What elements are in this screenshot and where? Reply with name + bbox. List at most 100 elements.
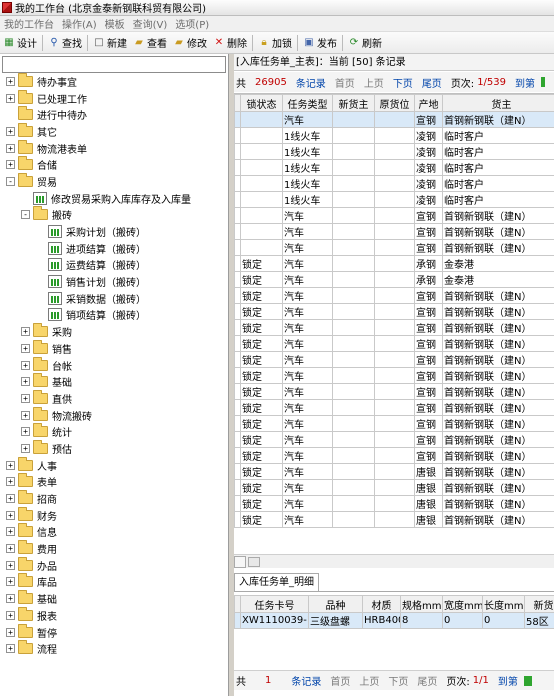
table-row[interactable]: 锁定 汽车 宣钢 首钢新钢联（建N） (234, 383, 554, 400)
expand-icon[interactable]: + (6, 460, 15, 470)
table-cell[interactable] (374, 207, 415, 224)
tree-node[interactable]: + 信息 (0, 523, 228, 541)
table-cell[interactable]: 首钢新钢联（建N） (442, 303, 554, 320)
table-cell[interactable] (332, 447, 375, 464)
table-cell[interactable]: 宣钢 (414, 223, 443, 240)
table-cell[interactable]: 首钢新钢联（建N） (442, 399, 554, 416)
table-cell[interactable] (332, 143, 375, 160)
table-cell[interactable] (374, 511, 415, 528)
table-cell[interactable] (374, 287, 415, 304)
table-cell[interactable]: 1线火车 (282, 143, 333, 160)
table-cell[interactable] (240, 159, 283, 176)
table-cell[interactable]: 宣钢 (414, 303, 443, 320)
table-row[interactable]: 锁定 汽车 唐银 首钢新钢联（建N） (234, 495, 554, 512)
table-cell[interactable]: 58区 (524, 612, 554, 629)
prev-page-link[interactable]: 上页 (364, 75, 384, 90)
table-cell[interactable]: 汽车 (282, 399, 333, 416)
table-row[interactable]: 锁定 汽车 宣钢 首钢新钢联（建N） (234, 319, 554, 336)
column-header[interactable]: 原货位 (374, 94, 415, 112)
table-cell[interactable]: 汽车 (282, 351, 333, 368)
tree-node[interactable]: + 统计 (0, 423, 228, 440)
table-cell[interactable]: 锁定 (240, 367, 283, 384)
menu-query[interactable]: 查询(V) (129, 16, 172, 31)
refresh-button[interactable]: ⟳ 刷新 (345, 34, 385, 52)
table-cell[interactable]: 首钢新钢联（建N） (442, 239, 554, 256)
last-page-link[interactable]: 尾页 (417, 673, 437, 688)
table-cell[interactable]: 宣钢 (414, 447, 443, 464)
table-cell[interactable]: 锁定 (240, 255, 283, 272)
last-page-link[interactable]: 尾页 (422, 75, 442, 90)
table-cell[interactable] (332, 431, 375, 448)
column-header[interactable]: 规格mm (400, 595, 443, 613)
table-cell[interactable]: 临时客户 (442, 191, 554, 208)
table-cell[interactable] (332, 383, 375, 400)
table-cell[interactable] (332, 399, 375, 416)
table-cell[interactable]: 锁定 (240, 303, 283, 320)
tree-node[interactable]: 销项结算（搬砖） (0, 307, 228, 324)
goto-page-link[interactable]: 到第 (515, 75, 535, 90)
table-cell[interactable] (374, 495, 415, 512)
table-cell[interactable]: 宣钢 (414, 399, 443, 416)
goto-page-box[interactable] (523, 675, 532, 686)
table-cell[interactable]: 8 (400, 612, 443, 629)
table-cell[interactable] (374, 303, 415, 320)
tree-node[interactable]: + 办品 (0, 556, 228, 574)
table-cell[interactable] (374, 175, 415, 192)
table-cell[interactable]: 汽车 (282, 319, 333, 336)
tree-node[interactable]: + 销售 (0, 339, 228, 357)
table-row[interactable]: XW1110039-1 三级盘螺 HRB400 8 0 0 58区 (234, 612, 554, 629)
table-cell[interactable]: 唐银 (414, 511, 443, 528)
table-cell[interactable] (332, 415, 375, 432)
table-cell[interactable] (374, 351, 415, 368)
expand-icon[interactable]: + (6, 76, 15, 86)
table-cell[interactable]: 锁定 (240, 287, 283, 304)
table-cell[interactable] (374, 223, 415, 240)
expand-icon[interactable]: + (21, 343, 30, 353)
table-cell[interactable]: 1线火车 (282, 191, 333, 208)
table-row[interactable]: 1线火车 凌钢 临时客户 (234, 175, 554, 192)
table-row[interactable]: 锁定 汽车 承钢 金泰港 (234, 255, 554, 272)
column-header[interactable]: 货主 (442, 94, 554, 112)
table-cell[interactable] (332, 319, 375, 336)
tree-node[interactable]: + 物流港表单 (0, 139, 228, 157)
column-header[interactable]: 任务卡号 (240, 595, 309, 613)
menu-workbench[interactable]: 我的工作台 (0, 16, 58, 31)
tree-node[interactable]: + 财务 (0, 506, 228, 524)
table-cell[interactable] (374, 335, 415, 352)
goto-page-link[interactable]: 到第 (498, 673, 518, 688)
tree-node[interactable]: 进项结算（搬砖） (0, 240, 228, 257)
master-hscrollbar[interactable] (234, 554, 554, 568)
table-cell[interactable] (332, 271, 375, 288)
table-cell[interactable]: 首钢新钢联（建N） (442, 447, 554, 464)
tree-node[interactable]: + 基础 (0, 373, 228, 390)
table-row[interactable]: 锁定 汽车 宣钢 首钢新钢联（建N） (234, 287, 554, 304)
table-cell[interactable] (332, 511, 375, 528)
expand-icon[interactable]: + (6, 494, 15, 504)
expand-icon[interactable]: + (6, 93, 15, 103)
table-cell[interactable] (374, 159, 415, 176)
tree-node[interactable]: + 台帐 (0, 356, 228, 374)
table-cell[interactable]: 唐银 (414, 495, 443, 512)
table-cell[interactable]: 锁定 (240, 495, 283, 512)
tree-node[interactable]: + 待办事宜 (0, 72, 228, 90)
column-header[interactable]: 新货主 (332, 94, 375, 112)
expand-icon[interactable]: + (6, 644, 15, 654)
table-cell[interactable]: 首钢新钢联（建N） (442, 511, 554, 528)
table-cell[interactable]: 临时客户 (442, 127, 554, 144)
table-cell[interactable] (374, 271, 415, 288)
table-cell[interactable]: 锁定 (240, 447, 283, 464)
table-cell[interactable]: XW1110039-1 (240, 612, 309, 629)
table-cell[interactable]: 汽车 (282, 367, 333, 384)
table-cell[interactable]: 1线火车 (282, 175, 333, 192)
table-cell[interactable]: 汽车 (282, 111, 333, 128)
table-cell[interactable] (332, 255, 375, 272)
tree-node[interactable]: + 人事 (0, 456, 228, 474)
tree-node[interactable]: + 已处理工作 (0, 89, 228, 107)
table-cell[interactable]: 凌钢 (414, 159, 443, 176)
table-cell[interactable]: 宣钢 (414, 111, 443, 128)
expand-icon[interactable]: + (21, 377, 30, 387)
table-cell[interactable]: 宣钢 (414, 239, 443, 256)
table-cell[interactable]: 锁定 (240, 335, 283, 352)
table-row[interactable]: 1线火车 凌钢 临时客户 (234, 191, 554, 208)
table-cell[interactable] (374, 383, 415, 400)
